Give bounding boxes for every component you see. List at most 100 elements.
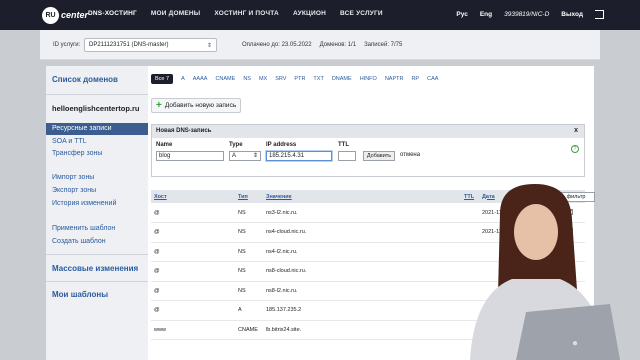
tab-ptr[interactable]: PTR	[294, 76, 305, 82]
add-button[interactable]: Добавить	[363, 151, 395, 161]
paid-until: Оплачено до: 23.05.2022	[242, 42, 312, 48]
account-id[interactable]: 3939819/NIC-D	[504, 11, 549, 18]
help-icon[interactable]: ?	[571, 145, 579, 153]
cell-value: ns3-l2.nic.ru.	[263, 203, 461, 223]
sidebar: Список доменов helloenglishcentertop.ru …	[46, 66, 148, 360]
divider	[46, 281, 148, 282]
cancel-link[interactable]: отмена	[400, 152, 420, 158]
tab-mx[interactable]: MX	[259, 76, 267, 82]
ru-center-logo[interactable]: RU center	[42, 6, 88, 24]
name-label: Name	[156, 142, 173, 148]
tab-all[interactable]: Все 7	[151, 74, 174, 84]
nav-dns-hosting[interactable]: DNS-ХОСТИНГ	[88, 10, 137, 17]
cell-value: ns4-l2.nic.ru.	[263, 242, 461, 262]
lang-en[interactable]: Eng	[480, 11, 492, 18]
tab-cname[interactable]: CNAME	[215, 76, 235, 82]
cell-value: ns8-cloud.nic.ru.	[263, 261, 461, 282]
domains-count: Доменов: 1/1	[319, 42, 357, 48]
add-record-button[interactable]: + Добавить новую запись	[151, 98, 241, 113]
ip-label: IP address	[266, 142, 297, 148]
service-select-value: DP2111231751 (DNS-master)	[89, 42, 169, 48]
cell-host: www	[151, 320, 235, 340]
main-nav: DNS-ХОСТИНГ МОИ ДОМЕНЫ ХОСТИНГ И ПОЧТА А…	[88, 10, 397, 17]
service-select[interactable]: DP2111231751 (DNS-master) ⇕	[84, 38, 217, 52]
cell-value: ns8-l2.nic.ru.	[263, 281, 461, 301]
tab-naptr[interactable]: NAPTR	[385, 76, 404, 82]
tab-caa[interactable]: CAA	[427, 76, 438, 82]
sidebar-item-resource-records[interactable]: Ресурсные записи	[46, 123, 148, 135]
service-bar: ID услуги: DP2111231751 (DNS-master) ⇕ О…	[40, 30, 600, 60]
name-input[interactable]: blog	[156, 151, 224, 161]
new-record-title: Новая DNS-запись	[156, 128, 212, 134]
top-navigation-bar: RU center DNS-ХОСТИНГ МОИ ДОМЕНЫ ХОСТИНГ…	[0, 0, 640, 30]
cell-value: 185.137.235.2	[263, 300, 461, 321]
exit-icon[interactable]	[595, 10, 604, 19]
ttl-input[interactable]	[338, 151, 356, 161]
cell-host: @	[151, 222, 235, 243]
nav-auction[interactable]: АУКЦИОН	[293, 10, 326, 17]
type-label: Type	[229, 142, 243, 148]
nav-my-domains[interactable]: МОИ ДОМЕНЫ	[151, 10, 200, 17]
cell-type: NS	[235, 242, 263, 262]
col-type[interactable]: Тип	[235, 190, 263, 203]
logo-ru-badge: RU	[42, 6, 59, 24]
apple-logo-icon: ●	[572, 338, 578, 349]
cell-host: @	[151, 281, 235, 301]
close-icon[interactable]: x	[574, 127, 578, 134]
new-record-header: Новая DNS-запись x	[152, 125, 584, 138]
sidebar-item-zone-import[interactable]: Импорт зоны	[46, 172, 148, 184]
tab-ns[interactable]: NS	[243, 76, 251, 82]
chevron-updown-icon: ⇕	[252, 153, 258, 159]
nav-all-services[interactable]: ВСЕ УСЛУГИ	[340, 10, 383, 17]
cell-type: NS	[235, 203, 263, 223]
mass-changes-link[interactable]: Массовые изменения	[52, 264, 138, 273]
col-value[interactable]: Значение	[263, 190, 461, 203]
col-host[interactable]: Хост	[151, 190, 235, 203]
sidebar-item-apply-template[interactable]: Применить шаблон	[46, 223, 148, 235]
tab-a[interactable]: A	[181, 76, 185, 82]
divider	[46, 94, 148, 95]
cell-type: NS	[235, 281, 263, 301]
exit-link[interactable]: Выход	[561, 11, 583, 18]
ttl-label: TTL	[338, 142, 349, 148]
cell-type: NS	[235, 222, 263, 243]
type-select-value: A	[232, 153, 237, 159]
add-record-label: Добавить новую запись	[164, 102, 237, 109]
tab-srv[interactable]: SRV	[275, 76, 286, 82]
tab-dname[interactable]: DNAME	[332, 76, 352, 82]
domains-list-link[interactable]: Список доменов	[52, 75, 118, 84]
cell-value: ns4-cloud.nic.ru.	[263, 222, 461, 243]
cell-type: A	[235, 300, 263, 321]
cell-host: @	[151, 242, 235, 262]
cell-host: @	[151, 203, 235, 223]
nav-hosting-mail[interactable]: ХОСТИНГ И ПОЧТА	[214, 10, 279, 17]
plus-icon: +	[156, 100, 162, 111]
type-select[interactable]: A ⇕	[229, 151, 261, 161]
divider	[46, 254, 148, 255]
presenter-face	[514, 204, 558, 260]
tab-rp[interactable]: RP	[411, 76, 419, 82]
cell-value: lb.bitrix24.site.	[263, 320, 461, 340]
cell-host: @	[151, 261, 235, 282]
tab-hinfo[interactable]: HINFO	[360, 76, 377, 82]
sidebar-item-create-template[interactable]: Создать шаблон	[46, 236, 148, 248]
service-id-label: ID услуги:	[53, 42, 81, 48]
chevron-updown-icon: ⇕	[206, 43, 212, 49]
sidebar-item-zone-export[interactable]: Экспорт зоны	[46, 185, 148, 197]
tab-aaaa[interactable]: AAAA	[193, 76, 208, 82]
record-type-tabs: Все 7 A AAAA CNAME NS MX SRV PTR TXT DNA…	[151, 74, 446, 84]
tab-txt[interactable]: TXT	[313, 76, 323, 82]
ip-address-input[interactable]: 185.215.4.31	[266, 151, 332, 161]
cell-type: CNAME	[235, 320, 263, 340]
new-record-form: Новая DNS-запись x ? Name blog Type A ⇕ …	[151, 124, 585, 177]
sidebar-item-change-history[interactable]: История изменений	[46, 198, 148, 210]
sidebar-item-soa-ttl[interactable]: SOA и TTL	[46, 136, 148, 148]
logo-center-text: center	[61, 10, 89, 20]
sidebar-item-zone-transfer[interactable]: Трансфер зоны	[46, 148, 148, 160]
cell-type: NS	[235, 261, 263, 282]
presenter-video-overlay: ●	[470, 184, 620, 360]
my-templates-link[interactable]: Мои шаблоны	[52, 290, 108, 299]
lang-ru[interactable]: Рус	[456, 11, 467, 18]
records-count: Записей: 7/75	[364, 42, 403, 48]
current-domain: helloenglishcentertop.ru	[52, 104, 140, 113]
